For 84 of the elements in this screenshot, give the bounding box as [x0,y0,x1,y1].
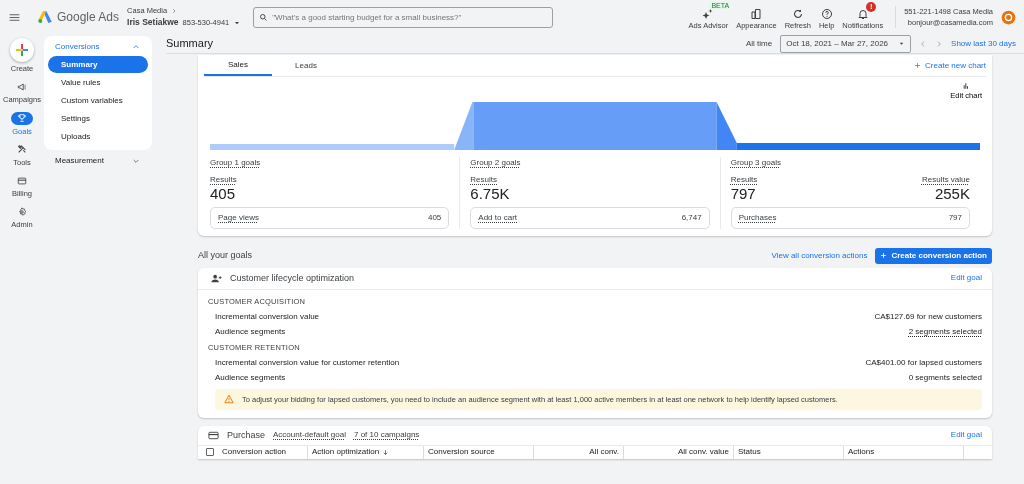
refresh-icon [791,8,804,21]
view-all-link[interactable]: View all conversion actions [771,249,868,262]
row-value: 797 [948,211,962,224]
group-title: Group 3 goals [730,157,781,170]
nav-item[interactable]: Value rules [48,74,148,91]
setting-label: Audience segments [215,372,286,385]
column-header[interactable]: Status [734,445,844,459]
setting-value: CA$401.00 for lapsed customers [865,357,982,370]
gear-icon [17,206,27,217]
metric-value: 797 [730,186,756,203]
metric-label: Results value [921,174,970,187]
panel-icon [750,8,763,21]
setting-value: CA$127.69 for new customers [874,311,982,324]
create-chart-link[interactable]: Create new chart [914,59,986,72]
date-label: All time [746,37,773,50]
nav-item[interactable]: Custom variables [48,92,148,109]
page-title: Summary [166,36,214,52]
nav-item[interactable]: Settings [48,110,148,127]
nav-section-header[interactable]: Measurement [48,152,148,170]
row-label: Page views [218,211,259,224]
column-header[interactable]: All conv. value [624,445,734,459]
bell-icon [856,8,869,21]
search-icon [259,12,269,22]
plus-icon [880,252,888,260]
megaphone-icon [17,81,27,92]
card-icon [17,175,27,186]
metric-value: 405 [210,186,236,203]
column-header[interactable]: Conversion source [424,445,534,459]
column-header[interactable]: All conv. [534,445,624,459]
group-title: Group 1 goals [210,157,261,170]
chevron-right-icon[interactable] [171,7,178,14]
chart-tab[interactable]: Leads [272,55,340,76]
logo-icon [37,9,53,25]
metric-label: Results [470,174,497,187]
chevron-right-icon[interactable] [935,39,944,48]
metric-label: Results [210,174,237,187]
nav-item[interactable]: Summary [48,56,148,73]
card-icon [208,429,219,441]
account-name[interactable]: Iris Setiakwe [127,16,179,29]
nav-item[interactable]: Uploads [48,128,148,145]
metric-label: Results [730,174,758,187]
edit-goal-link[interactable]: Edit goal [950,429,982,442]
setting-label: Incremental conversion value for customer retention [215,357,400,370]
plus-icon [914,62,922,69]
bar-chart-icon [962,82,971,90]
sort-arrow-icon [382,448,390,456]
show-last-link[interactable]: Show last 30 days [951,37,1016,50]
card-title: Customer lifecycle optimization [230,271,355,285]
date-range-dropdown[interactable]: Oct 18, 2021 – Mar 27, 2026 [780,34,912,53]
metric-value: 255K [934,186,970,203]
section-title: All your goals [198,249,253,262]
chart-tab[interactable]: Sales [204,55,272,76]
column-header[interactable]: Actions [844,445,964,459]
column-header[interactable]: Action optimization [308,445,424,459]
row-label: Add to cart [478,211,517,224]
search-field[interactable]: "What's a good starting budget for a small business?" [253,6,554,28]
select-all-checkbox[interactable] [206,447,214,456]
goal-tag[interactable]: Account-default goal [273,429,346,442]
warning-icon [224,394,234,405]
setting-label: Audience segments [215,326,286,339]
person-add-icon [211,272,222,284]
edit-goal-link[interactable]: Edit goal [950,272,982,285]
chevron-down-icon [132,157,140,165]
metric-value: 6.75K [470,186,510,203]
row-label: Purchases [738,211,777,224]
group-title: Group 2 goals [470,157,521,170]
help-icon [820,8,833,21]
trophy-icon [17,113,27,123]
goal-tag[interactable]: 7 of 10 campaigns [353,429,420,442]
column-header[interactable]: Conversion action [218,445,308,459]
setting-label: Incremental conversion value [215,311,320,324]
setting-value: 0 segments selected [908,372,982,385]
setting-value[interactable]: 2 segments selected [908,326,982,339]
card-title: Purchase [227,428,266,442]
row-value: 6,747 [681,211,702,224]
row-value: 405 [427,211,442,224]
create-conversion-button[interactable]: Create conversion action [875,247,992,264]
plus-icon [14,42,30,58]
notification-badge: ! [866,2,877,13]
nav-section-header[interactable]: Conversions [48,38,148,56]
product-name: Google Ads [57,9,120,26]
chevron-up-icon [132,43,140,51]
tools-icon [17,144,27,155]
avatar-icon[interactable] [1001,9,1016,25]
